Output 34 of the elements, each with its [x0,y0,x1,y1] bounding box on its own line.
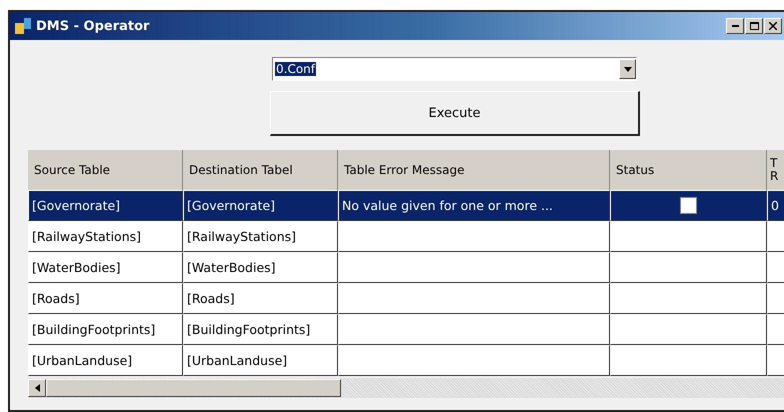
horizontal-scrollbar[interactable] [28,378,784,398]
table-cell: [WaterBodies] [183,252,338,283]
table-cell: [UrbanLanduse] [183,345,338,376]
table-cell: [RailwayStations] [183,221,338,252]
config-dropdown[interactable]: 0.Conf [272,57,637,81]
window-title: DMS - Operator [36,18,150,34]
minimize-icon [732,25,738,27]
table-cell: [UrbanLanduse] [28,345,183,376]
table-cell: [Roads] [28,283,183,314]
table-cell: [Roads] [183,283,338,314]
dropdown-value: 0.Conf [275,62,316,76]
table-cell: [RailwayStations] [28,221,183,252]
column-header[interactable]: Destination Tabel [183,150,338,190]
table-cell: [Governorate] [28,190,183,221]
close-icon [769,22,777,30]
status-checkbox[interactable] [680,197,697,214]
table-cell: [BuildingFootprints] [28,314,183,345]
minimize-button[interactable] [726,18,744,34]
caret-icon [624,66,632,72]
table-cell: [BuildingFootprints] [183,314,338,345]
close-button[interactable] [764,18,782,34]
table-cell: 0 [767,190,784,221]
table-cell: [WaterBodies] [28,252,183,283]
table-cell: No value given for one or more ... [338,190,610,221]
maximize-button[interactable] [745,18,763,34]
left-arrow-icon [34,384,40,392]
table-cell: [Governorate] [183,190,338,221]
column-header[interactable]: Table Error Message [338,150,610,190]
column-header[interactable]: Status [610,150,767,190]
maximize-icon [750,22,758,30]
scroll-thumb[interactable] [46,379,341,397]
column-header[interactable]: Source Table [28,150,183,190]
execute-button[interactable]: Execute [270,91,640,136]
app-icon [14,17,32,35]
